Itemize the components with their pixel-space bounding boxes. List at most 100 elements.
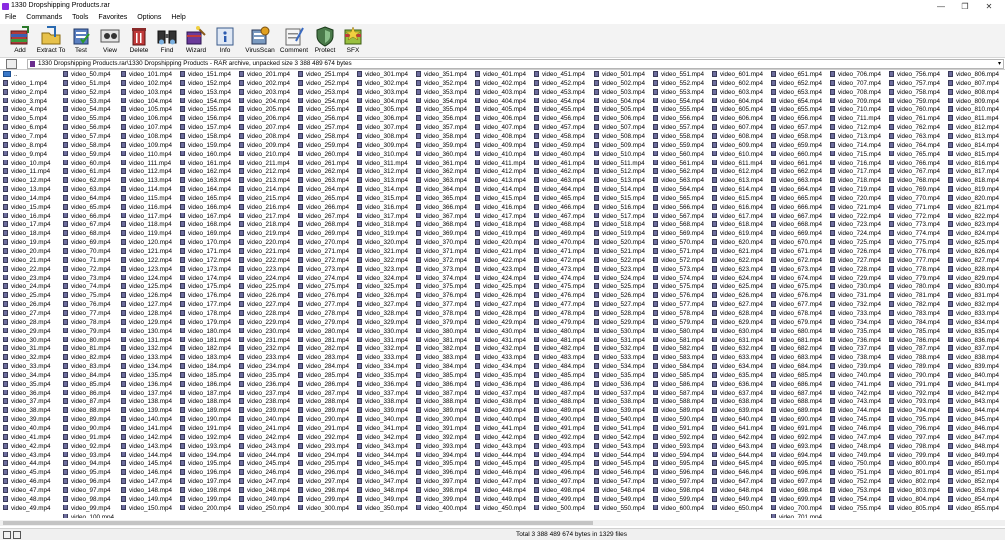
close-button[interactable]: ✕: [977, 1, 1001, 12]
file-item[interactable]: video_682.mp4: [771, 345, 829, 354]
file-item[interactable]: video_69.mp4: [63, 239, 121, 248]
file-item[interactable]: video_815.mp4: [948, 150, 1005, 160]
file-item[interactable]: video_483.mp4: [534, 354, 592, 363]
file-item[interactable]: video_664.mp4: [771, 186, 829, 195]
file-item[interactable]: video_587.mp4: [653, 389, 711, 399]
file-item[interactable]: video_819.mp4: [948, 186, 1005, 195]
file-item[interactable]: video_382.mp4: [416, 345, 474, 354]
file-item[interactable]: video_687.mp4: [771, 389, 829, 399]
file-item[interactable]: video_202.mp4: [239, 79, 297, 89]
file-item[interactable]: video_688.mp4: [771, 398, 829, 407]
file-item[interactable]: video_507.mp4: [594, 124, 652, 133]
file-item[interactable]: video_446.mp4: [475, 469, 533, 478]
file-item[interactable]: video_328.mp4: [357, 309, 415, 319]
file-item[interactable]: video_335.mp4: [357, 371, 415, 381]
file-item[interactable]: video_194.mp4: [180, 451, 238, 461]
file-item[interactable]: video_628.mp4: [712, 309, 770, 319]
file-item[interactable]: video_138.mp4: [121, 398, 179, 407]
file-item[interactable]: video_451.mp4: [534, 71, 592, 80]
file-item[interactable]: video_518.mp4: [594, 221, 652, 230]
file-item[interactable]: video_273.mp4: [298, 265, 356, 275]
file-item[interactable]: video_617.mp4: [712, 212, 770, 222]
file-item[interactable]: video_180.mp4: [180, 327, 238, 337]
file-item[interactable]: video_831.mp4: [948, 292, 1005, 301]
file-item[interactable]: video_579.mp4: [653, 318, 711, 328]
file-item[interactable]: video_771.mp4: [889, 203, 947, 213]
file-item[interactable]: video_161.mp4: [180, 159, 238, 169]
file-item[interactable]: video_177.mp4: [180, 301, 238, 310]
file-item[interactable]: video_131.mp4: [121, 336, 179, 346]
file-item[interactable]: video_70.mp4: [63, 248, 121, 257]
file-item[interactable]: video_360.mp4: [416, 150, 474, 160]
file-item[interactable]: video_652.mp4: [771, 79, 829, 89]
file-item[interactable]: video_67.mp4: [63, 221, 121, 230]
file-item[interactable]: video_105.mp4: [121, 106, 179, 115]
file-item[interactable]: video_850.mp4: [948, 460, 1005, 469]
file-item[interactable]: video_663.mp4: [771, 177, 829, 186]
file-item[interactable]: video_437.mp4: [475, 389, 533, 399]
file-item[interactable]: video_724.mp4: [830, 230, 888, 239]
file-item[interactable]: video_475.mp4: [534, 283, 592, 292]
file-item[interactable]: video_637.mp4: [712, 389, 770, 399]
file-item[interactable]: video_496.mp4: [534, 469, 592, 478]
file-item[interactable]: video_416.mp4: [475, 203, 533, 213]
file-item[interactable]: video_38.mp4: [3, 407, 61, 416]
file-item[interactable]: video_513.mp4: [594, 177, 652, 186]
file-item[interactable]: video_96.mp4: [63, 478, 121, 487]
file-item[interactable]: video_685.mp4: [771, 371, 829, 381]
file-item[interactable]: video_420.mp4: [475, 239, 533, 248]
file-item[interactable]: video_409.mp4: [475, 141, 533, 151]
file-item[interactable]: video_263.mp4: [298, 177, 356, 186]
file-item[interactable]: video_543.mp4: [594, 442, 652, 452]
archive-path-field[interactable]: 1330 Dropshipping Products.rar\1330 Drop…: [27, 59, 1004, 69]
file-item[interactable]: video_41.mp4: [3, 433, 61, 443]
file-item[interactable]: video_790.mp4: [889, 371, 947, 381]
file-item[interactable]: video_605.mp4: [712, 106, 770, 115]
file-item[interactable]: video_370.mp4: [416, 239, 474, 248]
file-item[interactable]: video_285.mp4: [298, 371, 356, 381]
file-item[interactable]: video_199.mp4: [180, 495, 238, 505]
file-item[interactable]: video_606.mp4: [712, 115, 770, 124]
file-item[interactable]: video_789.mp4: [889, 363, 947, 372]
file-item[interactable]: video_681.mp4: [771, 336, 829, 346]
file-item[interactable]: video_842.mp4: [948, 389, 1005, 399]
file-item[interactable]: video_77.mp4: [63, 309, 121, 319]
file-item[interactable]: video_530.mp4: [594, 327, 652, 337]
file-item[interactable]: video_207.mp4: [239, 124, 297, 133]
file-item[interactable]: video_103.mp4: [121, 88, 179, 98]
file-item[interactable]: video_711.mp4: [830, 115, 888, 124]
file-item[interactable]: video_649.mp4: [712, 495, 770, 505]
file-item[interactable]: video_355.mp4: [416, 106, 474, 115]
file-item[interactable]: video_315.mp4: [357, 194, 415, 204]
file-item[interactable]: video_62.mp4: [63, 177, 121, 186]
add-button[interactable]: Add: [3, 25, 37, 56]
file-item[interactable]: video_853.mp4: [948, 486, 1005, 496]
file-item[interactable]: video_149.mp4: [121, 495, 179, 505]
file-item[interactable]: video_505.mp4: [594, 106, 652, 115]
file-item[interactable]: video_755.mp4: [830, 504, 888, 514]
file-item[interactable]: video_256.mp4: [298, 115, 356, 124]
file-item[interactable]: video_489.mp4: [534, 407, 592, 416]
file-item[interactable]: video_414.mp4: [475, 186, 533, 195]
file-item[interactable]: video_231.mp4: [239, 336, 297, 346]
file-item[interactable]: video_133.mp4: [121, 354, 179, 363]
file-item[interactable]: video_471.mp4: [534, 248, 592, 257]
file-item[interactable]: video_193.mp4: [180, 442, 238, 452]
file-item[interactable]: video_305.mp4: [357, 106, 415, 115]
file-item[interactable]: video_602.mp4: [712, 79, 770, 89]
file-item[interactable]: video_667.mp4: [771, 212, 829, 222]
file-item[interactable]: video_805.mp4: [889, 504, 947, 514]
file-item[interactable]: video_642.mp4: [712, 433, 770, 443]
file-item[interactable]: video_135.mp4: [121, 371, 179, 381]
file-item[interactable]: video_385.mp4: [416, 371, 474, 381]
file-item[interactable]: video_190.mp4: [180, 416, 238, 425]
file-item[interactable]: video_61.mp4: [63, 168, 121, 177]
file-item[interactable]: video_684.mp4: [771, 363, 829, 372]
file-item[interactable]: video_468.mp4: [534, 221, 592, 230]
file-item[interactable]: video_66.mp4: [63, 212, 121, 222]
file-item[interactable]: video_448.mp4: [475, 486, 533, 496]
file-item[interactable]: video_757.mp4: [889, 79, 947, 89]
file-item[interactable]: video_197.mp4: [180, 478, 238, 487]
file-item[interactable]: video_102.mp4: [121, 79, 179, 89]
file-item[interactable]: video_42.mp4: [3, 442, 61, 452]
